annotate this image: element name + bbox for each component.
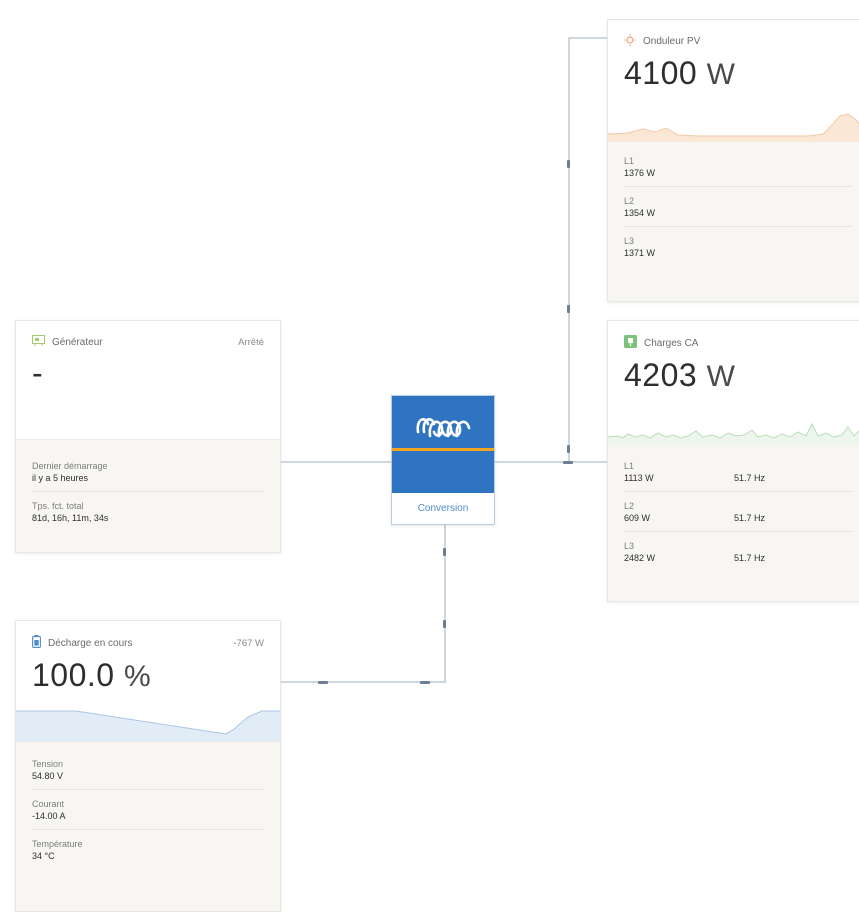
battery-icon xyxy=(32,635,41,651)
loads-title: Charges CA xyxy=(644,337,699,349)
battery-card[interactable]: Décharge en cours -767 W 100.0 % Tension… xyxy=(15,620,281,912)
battery-temperature: Température 34 °C xyxy=(32,839,83,861)
generator-status: Arrêté xyxy=(238,336,264,348)
pv-title: Onduleur PV xyxy=(643,36,701,47)
generator-total-runtime: Tps. fct. total 81d, 16h, 11m, 34s xyxy=(32,501,109,523)
converter-label: Conversion xyxy=(417,502,469,514)
loads-phase-l3: L3 2482 W 51.7 Hz xyxy=(624,541,766,563)
battery-title: Décharge en cours xyxy=(48,637,133,649)
generator-icon xyxy=(32,335,45,349)
flow-dot xyxy=(443,620,446,628)
plug-icon xyxy=(624,335,637,351)
pv-power-value: 4100 W xyxy=(624,55,736,91)
connector-pv-vertical xyxy=(568,37,570,463)
flow-dot xyxy=(567,445,570,453)
flow-dot xyxy=(567,305,570,313)
connector-generator-converter xyxy=(280,461,392,463)
loads-power-value: 4203 W xyxy=(624,357,736,393)
converter-accent-bar xyxy=(392,448,494,451)
pv-power-sparkline xyxy=(608,113,859,142)
battery-current: Courant -14.00 A xyxy=(32,790,264,830)
flow-dot xyxy=(318,681,328,684)
loads-power-sparkline xyxy=(608,422,859,445)
connector-pv-top xyxy=(568,37,608,39)
pv-phase-l3: L3 1371 W xyxy=(624,236,656,258)
flow-dot xyxy=(443,548,446,556)
connector-converter-loads xyxy=(493,461,608,463)
generator-card[interactable]: Générateur Arrêté - Dernier démarrage il… xyxy=(15,320,281,553)
pv-inverter-card[interactable]: Onduleur PV 4100 W L1 1376 W L2 1354 W L… xyxy=(607,19,859,302)
victron-logo-icon xyxy=(416,418,471,438)
ac-loads-card[interactable]: Charges CA 4203 W L1 1113 W 51.7 Hz L2 609… xyxy=(607,320,859,602)
loads-phase-l1: L1 1113 W 51.7 Hz xyxy=(624,452,852,492)
pv-phase-l2: L2 1354 W xyxy=(624,187,852,227)
battery-power: -767 W xyxy=(233,637,264,649)
loads-phase-l2: L2 609 W 51.7 Hz xyxy=(624,492,852,532)
generator-title: Générateur xyxy=(52,336,103,348)
pv-phase-l1: L1 1376 W xyxy=(624,147,852,187)
battery-soc-chart xyxy=(16,710,280,741)
connector-converter-down xyxy=(444,523,446,682)
battery-voltage: Tension 54.80 V xyxy=(32,750,264,790)
generator-value: - xyxy=(32,355,44,391)
generator-last-start: Dernier démarrage il y a 5 heures xyxy=(32,452,264,492)
battery-soc-value: 100.0 % xyxy=(32,657,152,693)
converter-card[interactable]: Conversion xyxy=(391,395,495,525)
flow-dot xyxy=(567,160,570,168)
flow-dot xyxy=(420,681,430,684)
sun-icon xyxy=(624,34,636,49)
flow-dot xyxy=(563,461,573,464)
